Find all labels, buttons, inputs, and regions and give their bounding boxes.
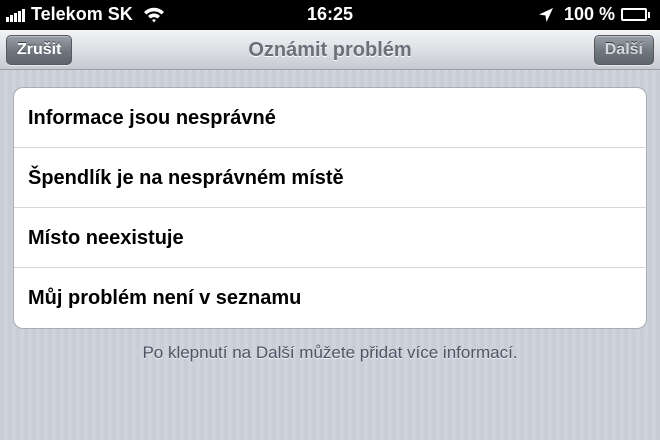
problem-options-list: Informace jsou nesprávné Špendlík je na … — [13, 87, 647, 329]
page-title: Oznámit problém — [248, 39, 412, 61]
navigation-bar: Zrušit Oznámit problém Další — [0, 30, 660, 70]
option-problem-not-listed[interactable]: Můj problém není v seznamu — [14, 268, 646, 328]
footer-note: Po klepnutí na Další můžete přidat více … — [142, 343, 518, 362]
status-right: 100 % — [538, 4, 650, 25]
next-button[interactable]: Další — [593, 35, 654, 65]
location-arrow-icon — [538, 7, 553, 22]
status-bar: Telekom SK 16:25 100 % — [0, 0, 660, 30]
option-incorrect-info[interactable]: Informace jsou nesprávné — [14, 88, 646, 148]
option-place-not-exist[interactable]: Místo neexistuje — [14, 208, 646, 268]
battery-icon — [621, 8, 650, 21]
battery-percent: 100 % — [563, 4, 615, 24]
option-pin-wrong-place[interactable]: Špendlík je na nesprávném místě — [14, 148, 646, 208]
